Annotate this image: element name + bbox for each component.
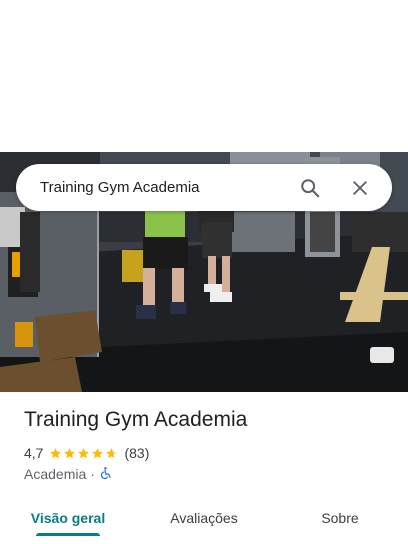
star-icon bbox=[64, 447, 76, 458]
rating-value: 4,7 bbox=[24, 445, 44, 461]
review-count[interactable]: (83) bbox=[124, 445, 149, 461]
star-icon bbox=[78, 447, 90, 458]
maps-place-screen: Training Gym Academia Training Gym Acade… bbox=[0, 0, 408, 544]
star-icon bbox=[106, 447, 118, 458]
star-icon bbox=[92, 447, 104, 458]
wheelchair-icon bbox=[99, 466, 112, 483]
category-row: Academia · bbox=[24, 465, 112, 483]
star-icon bbox=[50, 447, 62, 458]
search-query[interactable]: Training Gym Academia bbox=[40, 179, 292, 196]
separator-dot: · bbox=[90, 466, 95, 482]
tab-reviews[interactable]: Avaliações bbox=[136, 496, 272, 540]
tab-label: Visão geral bbox=[30, 510, 106, 526]
search-bar[interactable]: Training Gym Academia bbox=[16, 164, 392, 211]
search-icon[interactable] bbox=[292, 170, 328, 206]
place-title: Training Gym Academia bbox=[24, 408, 248, 431]
tab-about[interactable]: Sobre bbox=[272, 496, 408, 540]
rating-stars bbox=[49, 447, 119, 460]
place-tabs: Visão geral Avaliações Sobre bbox=[0, 496, 408, 540]
active-tab-indicator bbox=[36, 533, 100, 536]
map-area[interactable] bbox=[0, 0, 408, 152]
close-icon[interactable] bbox=[342, 170, 378, 206]
place-info-sheet: Training Gym Academia 4,7 (83) Academia … bbox=[0, 392, 408, 544]
rating-row[interactable]: 4,7 (83) bbox=[24, 444, 149, 462]
place-category: Academia bbox=[24, 466, 87, 482]
tab-label: Avaliações bbox=[170, 510, 238, 526]
tab-label: Sobre bbox=[321, 510, 359, 526]
tab-overview[interactable]: Visão geral bbox=[0, 496, 136, 540]
